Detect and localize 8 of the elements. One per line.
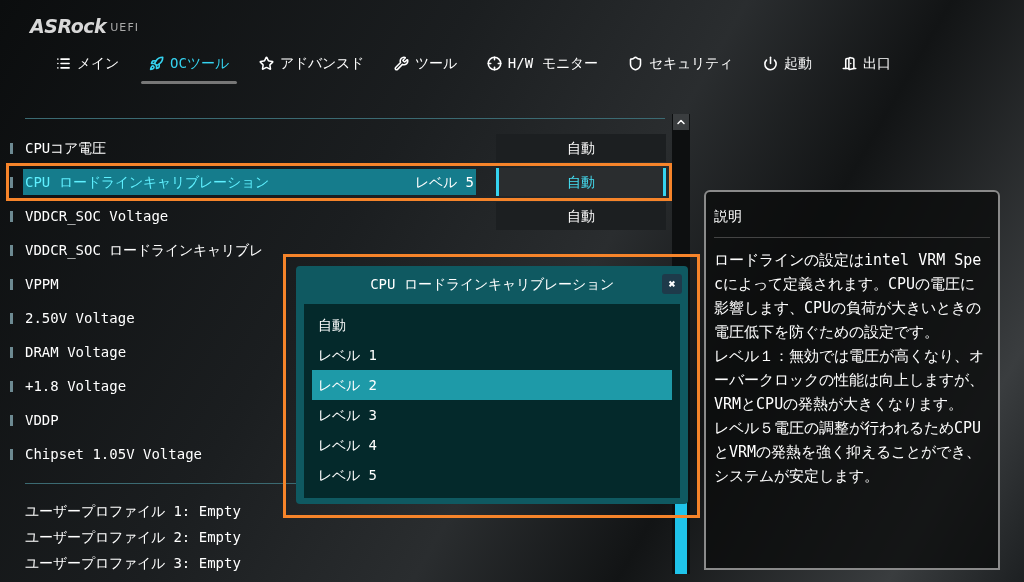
logo: ASRock [30, 17, 107, 36]
current-value: レベル 5 [415, 172, 474, 192]
description-text: レベル１：無効では電圧が高くなり、オーバークロックの性能は向上しますが、VRMとCPUの発熱が大きくなります。 [714, 346, 985, 415]
description-text: ロードラインの設定はintel VRM Specによって定義されます。CPUの電圧に影響します、CPUの負荷が大きいときの電圧低下を防ぐための設定です。 [714, 250, 983, 343]
logo-suffix: UEFI [110, 19, 140, 36]
description-title: 説明 [714, 206, 990, 238]
description-text: レベル５電圧の調整が行われるためCPUとVRMの発熱を強く抑えることができ、システムが安定します。 [714, 418, 983, 487]
popup-title: CPU ロードラインキャリブレーション [370, 274, 614, 294]
